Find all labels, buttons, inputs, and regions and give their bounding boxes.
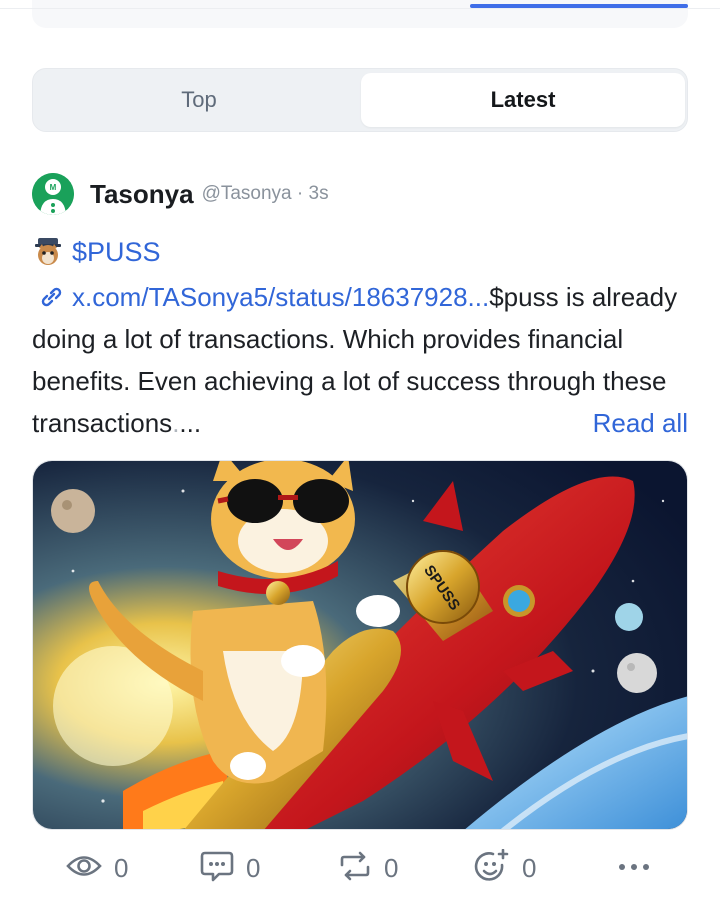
- post-body-ellipsis: ...: [179, 408, 202, 438]
- author-name[interactable]: Tasonya: [90, 179, 194, 210]
- add-reaction-icon: [474, 848, 510, 888]
- tab-top[interactable]: Top: [37, 73, 361, 127]
- views-count: 0: [114, 852, 129, 883]
- ticker-line: $PUSS: [32, 232, 161, 272]
- more-options-button[interactable]: [618, 846, 650, 890]
- author-handle-time: @Tasonya · 3s: [201, 183, 329, 204]
- more-dots-icon: [618, 859, 650, 877]
- avatar-icon[interactable]: M: [32, 173, 74, 215]
- divider: [0, 8, 720, 9]
- read-all-link[interactable]: Read all: [588, 402, 688, 444]
- link-icon: [38, 278, 64, 307]
- comment-icon: [200, 850, 234, 887]
- post-image[interactable]: SPUSS: [32, 460, 688, 830]
- comments-count: 0: [246, 852, 261, 883]
- active-tab-indicator: [470, 4, 688, 8]
- post-actions: 0 0 0 0: [66, 846, 666, 890]
- puss-emoji-icon: [32, 236, 64, 268]
- eye-icon: [66, 853, 102, 884]
- views-button[interactable]: 0: [66, 846, 128, 890]
- feed-tabs: Top Latest: [32, 68, 688, 132]
- repost-icon: [338, 851, 372, 886]
- tab-latest[interactable]: Latest: [361, 73, 685, 127]
- post-header: M Tasonya @Tasonya · 3s: [32, 172, 329, 216]
- comment-button[interactable]: 0: [200, 846, 260, 890]
- post-body: x.com/TASonya5/status/18637928...$puss i…: [32, 276, 692, 444]
- post-external-link[interactable]: x.com/TASonya5/status/18637928...: [72, 282, 489, 312]
- repost-button[interactable]: 0: [338, 846, 398, 890]
- reposts-count: 0: [384, 852, 399, 883]
- svg-text:M: M: [50, 183, 57, 192]
- add-reaction-button[interactable]: 0: [474, 846, 536, 890]
- ticker-link[interactable]: $PUSS: [72, 237, 161, 268]
- reactions-count: 0: [522, 852, 537, 883]
